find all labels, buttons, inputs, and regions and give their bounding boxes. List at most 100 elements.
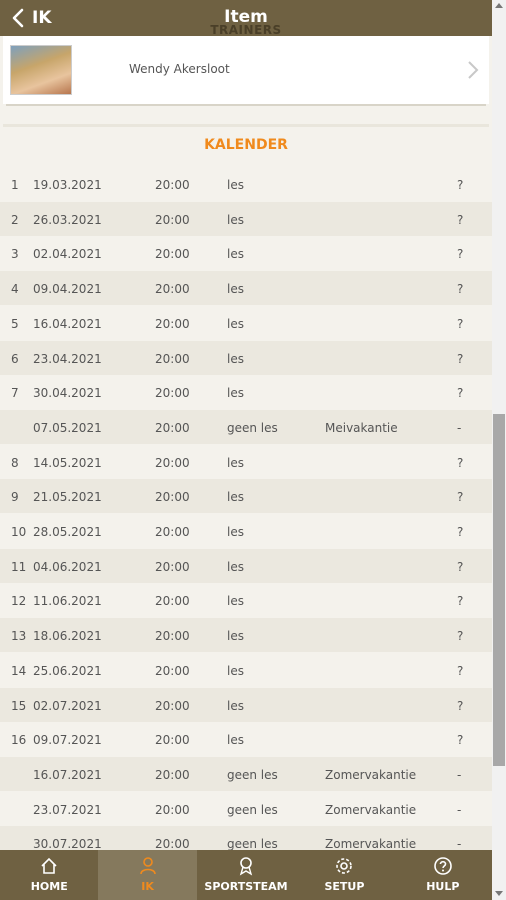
row-status: ? — [457, 455, 464, 470]
tab-hulp[interactable]: HULP — [394, 850, 492, 900]
tab-sportsteam[interactable]: SPORTSTEAM — [197, 850, 295, 900]
row-status: ? — [457, 663, 464, 678]
row-status: ? — [457, 247, 464, 262]
row-date: 16.07.2021 — [33, 767, 102, 782]
calendar-row: 4 09.04.2021 20:00 les? — [0, 271, 492, 306]
row-status: ? — [457, 559, 464, 574]
row-number: 12 — [11, 594, 27, 609]
gear-icon — [336, 858, 353, 874]
row-reason: Zomervakantie — [325, 802, 417, 817]
row-number: 1 — [11, 178, 19, 192]
row-status: - — [457, 837, 462, 850]
row-time: 20:00 — [155, 837, 190, 850]
page-title: Item — [224, 7, 268, 27]
row-number: 13 — [11, 629, 27, 644]
row-type: les — [227, 386, 244, 401]
row-type: les — [227, 525, 244, 539]
calendar-row: 7 30.04.2021 20:00 les? — [0, 375, 492, 409]
row-number: 5 — [11, 316, 19, 331]
row-time: 20:00 — [155, 733, 190, 748]
row-type: les — [227, 490, 244, 505]
row-time: 20:00 — [155, 420, 190, 435]
row-type: les — [227, 733, 244, 748]
tab-ik[interactable]: IK — [98, 850, 197, 900]
row-type: les — [227, 282, 244, 297]
tab-setup[interactable]: SETUP — [295, 850, 393, 900]
row-time: 20:00 — [155, 594, 190, 609]
tab-label: IK — [141, 880, 154, 893]
row-type: les — [227, 629, 244, 644]
scrollbar-thumb[interactable] — [493, 414, 505, 766]
tab-label: HULP — [426, 880, 460, 893]
row-date: 07.05.2021 — [33, 420, 102, 435]
row-type: les — [227, 594, 244, 609]
row-number: 2 — [11, 212, 19, 227]
row-status: ? — [457, 178, 464, 192]
row-type: geen les — [227, 837, 278, 850]
row-time: 20:00 — [155, 663, 190, 678]
row-number: 14 — [11, 663, 27, 678]
row-date: 11.06.2021 — [33, 594, 102, 609]
person-icon — [139, 857, 156, 875]
tab-label: SPORTSTEAM — [204, 880, 288, 893]
row-date: 23.04.2021 — [33, 351, 102, 366]
row-date: 30.04.2021 — [33, 386, 102, 401]
row-number: 6 — [11, 351, 19, 366]
row-time: 20:00 — [155, 247, 190, 262]
calendar-row: 14 25.06.2021 20:00 les? — [0, 653, 492, 687]
row-time: 20:00 — [155, 282, 190, 297]
calendar-row: 5 16.04.2021 20:00 les? — [0, 306, 492, 340]
calendar-row: 23.07.2021 20:00 geen les Zomervakantie - — [0, 792, 492, 826]
row-date: 04.06.2021 — [33, 559, 102, 574]
row-date: 25.06.2021 — [33, 663, 102, 678]
row-number: 15 — [11, 698, 27, 713]
row-status: ? — [457, 594, 464, 609]
tab-home[interactable]: HOME — [0, 850, 98, 900]
tab-label: HOME — [30, 880, 68, 893]
row-type: les — [227, 212, 244, 227]
row-number: 8 — [11, 455, 19, 470]
calendar-row: 13 18.06.2021 20:00 les? — [0, 618, 492, 653]
row-date: 18.06.2021 — [33, 629, 102, 644]
row-number: 3 — [11, 247, 19, 262]
row-type: les — [227, 316, 244, 331]
scroll-up-arrow-icon[interactable] — [495, 3, 503, 8]
row-type: les — [227, 178, 244, 192]
medal-icon — [239, 857, 253, 876]
divider — [3, 124, 489, 127]
calendar-row: 6 23.04.2021 20:00 les? — [0, 340, 492, 375]
row-date: 19.03.2021 — [33, 178, 102, 192]
row-time: 20:00 — [155, 698, 190, 713]
avatar — [10, 45, 72, 95]
calendar-title: KALENDER — [204, 137, 288, 153]
row-date: 14.05.2021 — [33, 455, 102, 470]
trainer-item[interactable]: Wendy Akersloot — [3, 36, 489, 104]
top-bar: TRAINERS IK Item — [0, 0, 492, 37]
tab-label: SETUP — [324, 880, 365, 893]
row-reason: Zomervakantie — [325, 837, 417, 850]
scroll-down-arrow-icon[interactable] — [495, 891, 503, 896]
calendar-row: 2 26.03.2021 20:00 les? — [0, 201, 492, 236]
row-reason: Meivakantie — [325, 420, 398, 435]
divider — [6, 104, 486, 106]
row-type: geen les — [227, 802, 278, 817]
row-status: ? — [457, 629, 464, 644]
row-type: les — [227, 663, 244, 678]
row-date: 09.07.2021 — [33, 733, 102, 748]
row-date: 02.07.2021 — [33, 698, 102, 713]
row-date: 23.07.2021 — [33, 802, 102, 817]
calendar-row: 12 11.06.2021 20:00 les? — [0, 583, 492, 617]
scrollbar[interactable] — [492, 0, 506, 900]
content-scroll-area[interactable]: Wendy Akersloot KALENDER 1 19.03.2021 20:0… — [0, 36, 492, 850]
row-time: 20:00 — [155, 455, 190, 470]
calendar-row: 8 14.05.2021 20:00 les? — [0, 445, 492, 479]
calendar-row: 07.05.2021 20:00 geen les Meivakantie - — [0, 409, 492, 444]
row-status: - — [457, 802, 462, 817]
row-status: ? — [457, 282, 464, 297]
help-icon — [434, 857, 452, 875]
row-status: - — [457, 420, 462, 435]
calendar-row: 1 19.03.2021 20:00 les? — [0, 167, 492, 201]
row-date: 16.04.2021 — [33, 316, 102, 331]
row-status: ? — [457, 525, 464, 539]
row-number: 7 — [11, 386, 19, 401]
